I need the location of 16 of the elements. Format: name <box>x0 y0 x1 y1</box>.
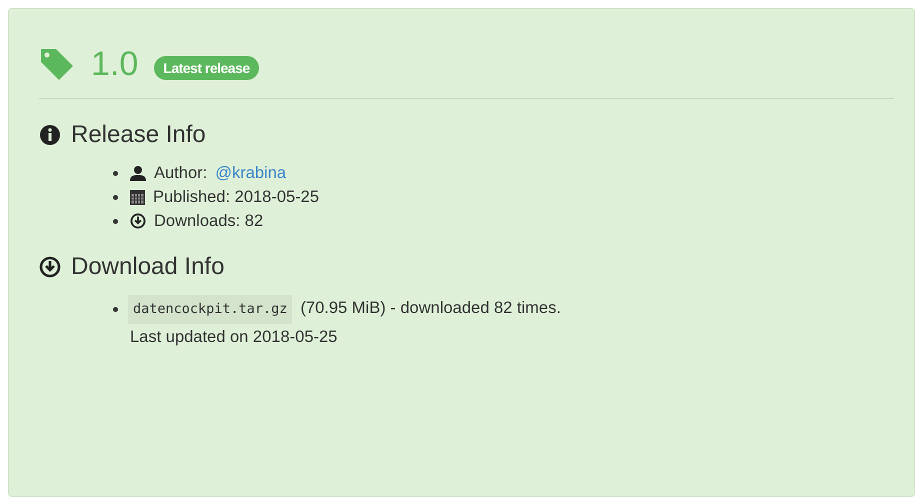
calendar-icon <box>130 189 145 205</box>
info-icon <box>39 124 61 146</box>
info-text: Author: <box>154 163 208 184</box>
file-name[interactable]: datencockpit.tar.gz <box>128 295 292 324</box>
info-text: Published: 2018-05-25 <box>153 187 320 208</box>
section-heading: Download Info <box>71 253 224 281</box>
section-heading: Release Info <box>71 121 206 149</box>
info-text: Downloads: 82 <box>154 211 264 232</box>
tag-icon <box>39 46 75 82</box>
version-number: 1.0 <box>91 45 138 84</box>
user-icon <box>130 165 146 181</box>
latest-release-badge: Latest release <box>154 56 259 80</box>
last-updated-text: Last updated on 2018-05-25 <box>129 327 338 348</box>
download-icon <box>130 213 146 229</box>
file-details: (70.95 MiB) - downloaded 82 times. <box>300 298 562 319</box>
download-icon <box>39 256 61 278</box>
